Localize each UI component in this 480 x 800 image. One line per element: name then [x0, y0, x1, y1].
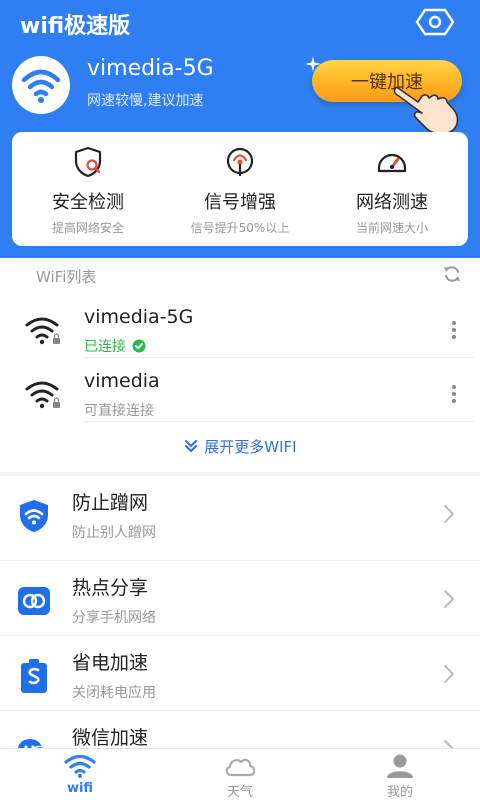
feature-speed-test[interactable]: 网络测速 当前网速大小	[316, 132, 468, 246]
feature-security-check[interactable]: 安全检测 提高网络安全	[12, 132, 164, 246]
feature-card: 安全检测 提高网络安全 信号增强 信号提升50%以上 网络测速 当前网速大小	[12, 132, 468, 246]
signal-icon	[226, 147, 254, 176]
tool-item-hotspot-share[interactable]: 热点分享 分享手机网络	[0, 561, 480, 636]
wifi-locked-icon	[25, 317, 60, 345]
tools-list: 防止蹭网 防止别人蹭网 热点分享 分享手机网络 省电加速 关闭耗电应用 微信加速	[0, 476, 480, 748]
bottom-navigation: wifi 天气 我的	[0, 748, 480, 800]
feature-subtitle: 提高网络安全	[51, 221, 124, 235]
tool-subtitle: 防止别人蹭网	[72, 525, 156, 541]
divider	[84, 421, 474, 422]
tool-item-wechat-boost[interactable]: 微信加速	[0, 711, 480, 748]
tool-title: 热点分享	[72, 577, 149, 599]
nav-label: 天气	[226, 785, 253, 800]
shield-wifi-icon	[20, 500, 48, 532]
feature-title: 网络测速	[356, 192, 428, 213]
wifi-list-title: WiFi列表	[36, 268, 97, 286]
wifi-network-row[interactable]: vimedia 可直接连接	[0, 362, 480, 426]
more-vertical-icon[interactable]	[444, 318, 464, 342]
tool-item-battery-save[interactable]: 省电加速 关闭耗电应用	[0, 636, 480, 711]
nav-label: 我的	[386, 785, 413, 800]
feature-subtitle: 当前网速大小	[355, 221, 428, 235]
nav-tab-weather[interactable]: 天气	[160, 749, 320, 800]
nav-tab-profile[interactable]: 我的	[320, 749, 480, 800]
tool-title: 省电加速	[72, 652, 149, 674]
check-circle-icon	[132, 339, 146, 353]
feature-title: 安全检测	[52, 192, 124, 213]
wifi-locked-icon	[25, 381, 60, 409]
connected-wifi-icon	[12, 56, 70, 114]
nav-tab-wifi[interactable]: wifi	[0, 749, 160, 800]
wifi-status: 可直接连接	[84, 403, 154, 419]
tool-subtitle: 分享手机网络	[72, 610, 156, 626]
refresh-icon[interactable]	[442, 264, 462, 284]
app-title: wifi极速版	[20, 14, 131, 39]
wifi-status: 已连接	[84, 336, 146, 356]
tool-title: 微信加速	[72, 727, 149, 748]
speedometer-icon	[377, 153, 407, 173]
feature-subtitle: 信号提升50%以上	[190, 221, 290, 235]
connection-status: 网速较慢,建议加速	[87, 93, 204, 109]
hexagon-settings-icon	[415, 8, 455, 36]
settings-button[interactable]	[415, 8, 455, 36]
shield-search-icon	[74, 146, 102, 178]
expand-more-wifi-button[interactable]: 展开更多WIFI	[0, 436, 480, 457]
connected-ssid: vimedia-5G	[87, 56, 214, 81]
cloud-icon	[225, 758, 256, 777]
divider	[84, 357, 474, 358]
wifi-icon	[64, 754, 96, 778]
chevron-right-icon	[444, 590, 454, 608]
tool-subtitle: 关闭耗电应用	[72, 685, 156, 701]
tool-item-anti-freeload[interactable]: 防止蹭网 防止别人蹭网	[0, 476, 480, 551]
chevron-right-icon	[444, 740, 454, 748]
nav-label: wifi	[66, 781, 94, 796]
chevron-right-icon	[444, 505, 454, 523]
connected-status-text: 已连接	[84, 339, 126, 355]
wifi-ssid: vimedia-5G	[84, 306, 194, 328]
user-icon	[387, 754, 413, 778]
battery-save-icon	[21, 659, 47, 693]
double-chevron-down-icon	[185, 440, 198, 452]
more-vertical-icon[interactable]	[444, 382, 464, 406]
wifi-ssid: vimedia	[84, 370, 160, 392]
sparkle-icon	[305, 56, 321, 72]
feature-title: 信号增强	[204, 192, 276, 213]
wechat-icon	[18, 739, 48, 748]
feature-signal-boost[interactable]: 信号增强 信号提升50%以上	[164, 132, 316, 246]
pointing-hand-icon	[393, 86, 459, 135]
expand-more-wifi-label: 展开更多WIFI	[204, 438, 297, 456]
tool-title: 防止蹭网	[72, 492, 149, 514]
wifi-list-section: WiFi列表 vimedia-5G 已连接 vimedia 可直接连接 展开更多…	[0, 258, 480, 472]
hotspot-share-icon	[18, 587, 50, 615]
wifi-network-row[interactable]: vimedia-5G 已连接	[0, 298, 480, 362]
chevron-right-icon	[444, 665, 454, 683]
